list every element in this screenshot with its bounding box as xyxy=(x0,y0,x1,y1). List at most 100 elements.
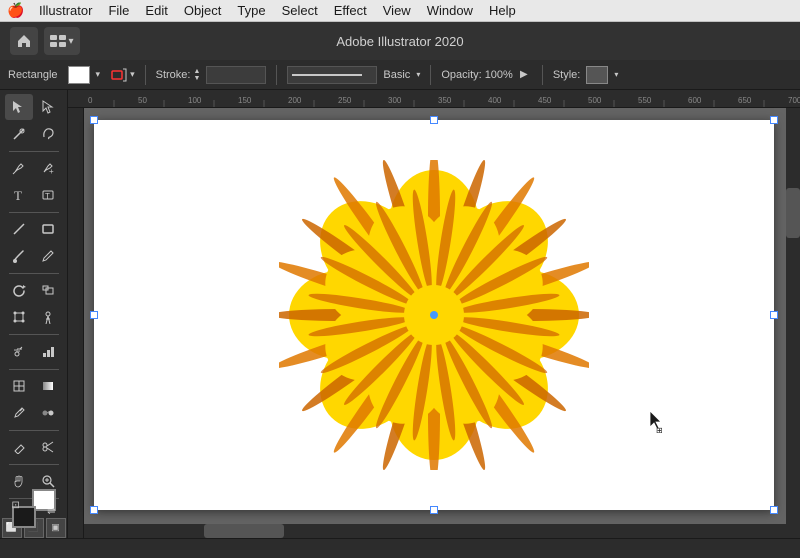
canvas-area[interactable]: 0 50 100 150 200 250 300 350 400 xyxy=(68,90,800,538)
reset-colors-btn[interactable]: ⊡ xyxy=(12,500,20,511)
apple-menu[interactable]: 🍎 xyxy=(8,3,24,19)
scrollbar-bottom-thumb[interactable] xyxy=(204,524,284,538)
svg-text:0: 0 xyxy=(88,96,93,105)
menu-effect[interactable]: Effect xyxy=(327,1,374,20)
svg-text:600: 600 xyxy=(688,96,702,105)
selection-handle-bl[interactable] xyxy=(90,506,98,514)
menu-view[interactable]: View xyxy=(376,1,418,20)
scissors-tool[interactable] xyxy=(34,434,62,460)
menu-object[interactable]: Object xyxy=(177,1,229,20)
puppet-warp-tool[interactable] xyxy=(34,304,62,330)
direct-selection-tool[interactable] xyxy=(34,94,62,120)
menu-edit[interactable]: Edit xyxy=(138,1,174,20)
fill-swatch[interactable] xyxy=(68,66,90,84)
opacity-expand[interactable]: ▶ xyxy=(516,67,532,83)
paintbrush-tool[interactable] xyxy=(5,243,33,269)
tool-row-3: + xyxy=(0,155,67,181)
svg-text:350: 350 xyxy=(438,96,452,105)
fullscreen-preview-btn[interactable]: ▣ xyxy=(46,518,66,538)
menubar: 🍎 Illustrator File Edit Object Type Sele… xyxy=(0,0,800,22)
menu-window[interactable]: Window xyxy=(420,1,480,20)
toolbar: + T T xyxy=(0,90,68,538)
workspace-switcher[interactable]: ▾ xyxy=(44,27,80,55)
svg-text:450: 450 xyxy=(538,96,552,105)
column-graph-tool[interactable] xyxy=(34,339,62,365)
svg-text:650: 650 xyxy=(738,96,752,105)
svg-text:300: 300 xyxy=(388,96,402,105)
symbol-sprayer-tool[interactable] xyxy=(5,339,33,365)
lasso-tool[interactable] xyxy=(34,121,62,147)
menu-illustrator[interactable]: Illustrator xyxy=(32,1,99,20)
transform-icon[interactable]: ▾ xyxy=(110,66,135,84)
selection-handle-bc[interactable] xyxy=(430,506,438,514)
ruler-left xyxy=(68,108,84,538)
blend-tool[interactable] xyxy=(34,400,62,426)
shape-name-label: Rectangle xyxy=(8,69,58,81)
stroke-label: Stroke: xyxy=(156,69,191,81)
flower-graphic xyxy=(279,160,589,470)
titlebar: ▾ Adobe Illustrator 2020 xyxy=(0,22,800,60)
brush-dropdown-arrow[interactable]: ▾ xyxy=(416,70,420,79)
tool-row-1 xyxy=(0,94,67,120)
selection-handle-ml[interactable] xyxy=(90,311,98,319)
rectangle-tool[interactable] xyxy=(34,216,62,242)
fill-dropdown-arrow[interactable]: ▾ xyxy=(96,69,101,80)
selection-handle-tc[interactable] xyxy=(430,116,438,124)
stroke-value-box[interactable] xyxy=(206,66,266,84)
eraser-tool[interactable] xyxy=(5,434,33,460)
selection-handle-tr[interactable] xyxy=(770,116,778,124)
menu-select[interactable]: Select xyxy=(275,1,325,20)
scrollbar-right-thumb[interactable] xyxy=(786,188,800,238)
svg-text:400: 400 xyxy=(488,96,502,105)
svg-text:150: 150 xyxy=(238,96,252,105)
opacity-value: 100% xyxy=(485,69,513,81)
fill-stroke-widget: ⊡ ⇌ xyxy=(12,506,56,511)
tool-row-9 xyxy=(0,339,67,365)
menu-file[interactable]: File xyxy=(101,1,136,20)
tool-row-4: T T xyxy=(0,182,67,208)
area-type-tool[interactable]: T xyxy=(34,182,62,208)
ruler-top: 0 50 100 150 200 250 300 350 400 xyxy=(68,90,800,108)
home-button[interactable] xyxy=(10,27,38,55)
scale-tool[interactable] xyxy=(34,277,62,303)
svg-text:500: 500 xyxy=(588,96,602,105)
tool-row-5 xyxy=(0,216,67,242)
svg-text:T: T xyxy=(14,188,22,202)
scrollbar-bottom[interactable] xyxy=(84,524,786,538)
selection-handle-tl[interactable] xyxy=(90,116,98,124)
menu-type[interactable]: Type xyxy=(230,1,272,20)
style-swatch[interactable] xyxy=(586,66,608,84)
hand-tool[interactable] xyxy=(5,468,33,494)
mesh-tool[interactable] xyxy=(5,373,33,399)
gradient-tool[interactable] xyxy=(34,373,62,399)
line-segment-tool[interactable] xyxy=(5,216,33,242)
selection-handle-br[interactable] xyxy=(770,506,778,514)
rotate-tool[interactable] xyxy=(5,277,33,303)
type-tool[interactable]: T xyxy=(5,182,33,208)
stroke-control: Stroke: ▲ ▼ xyxy=(156,68,201,82)
tool-row-2 xyxy=(0,121,67,147)
add-anchor-tool[interactable]: + xyxy=(34,155,62,181)
svg-text:250: 250 xyxy=(338,96,352,105)
opacity-label: Opacity: xyxy=(441,69,481,81)
selection-tool[interactable] xyxy=(5,94,33,120)
stroke-spinner[interactable]: ▲ ▼ xyxy=(193,68,200,82)
svg-text:100: 100 xyxy=(188,96,202,105)
svg-text:T: T xyxy=(45,192,50,201)
artboard xyxy=(94,120,774,510)
swap-colors-btn[interactable]: ⇌ xyxy=(47,506,55,517)
style-label: Style: xyxy=(553,69,581,81)
pen-tool[interactable] xyxy=(5,155,33,181)
basic-label: Basic xyxy=(383,69,410,81)
style-dropdown-arrow[interactable]: ▾ xyxy=(614,70,618,79)
free-transform-tool[interactable] xyxy=(5,304,33,330)
magic-wand-tool[interactable] xyxy=(5,121,33,147)
selection-handle-mr[interactable] xyxy=(770,311,778,319)
pencil-tool[interactable] xyxy=(34,243,62,269)
titlebar-left-icons: ▾ xyxy=(10,27,80,55)
menu-help[interactable]: Help xyxy=(482,1,523,20)
brush-stroke-display[interactable] xyxy=(287,66,377,84)
tool-row-12 xyxy=(0,434,67,460)
eyedropper-tool[interactable] xyxy=(5,400,33,426)
scrollbar-right[interactable] xyxy=(786,108,800,538)
